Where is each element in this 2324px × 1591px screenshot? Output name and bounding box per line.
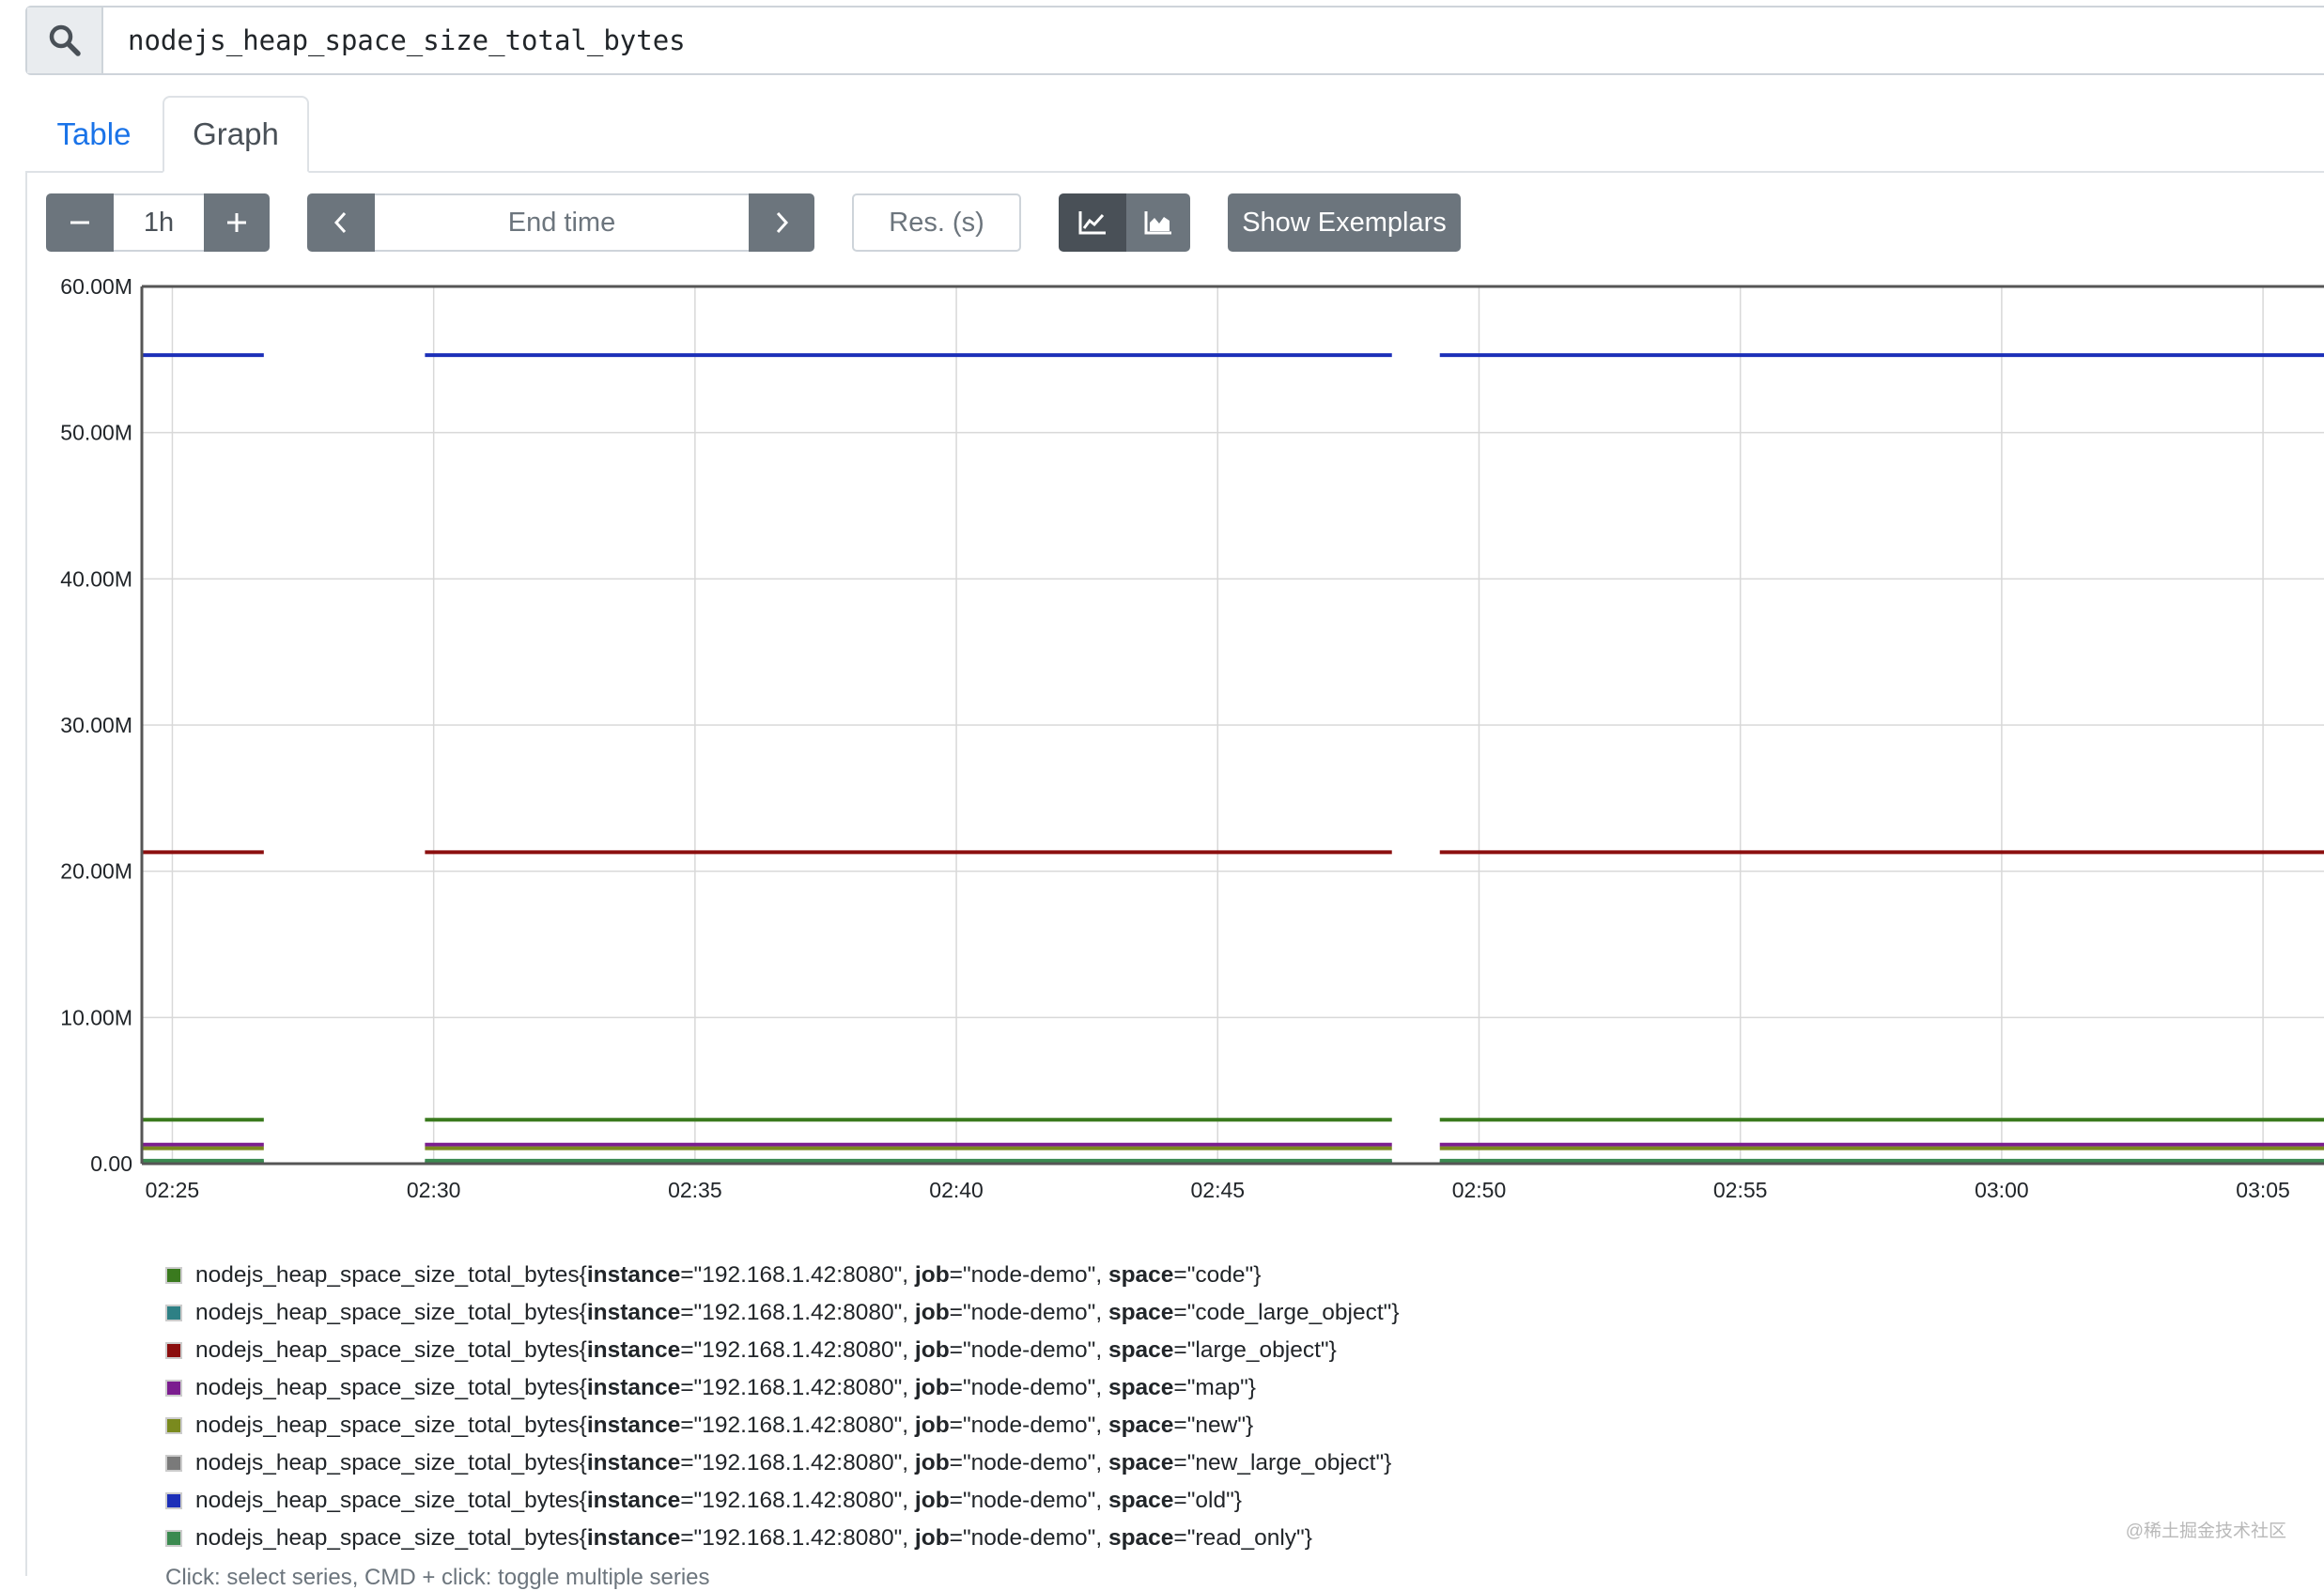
- x-tick-label: 02:40: [929, 1178, 984, 1202]
- x-tick-label: 02:30: [407, 1178, 461, 1202]
- tick-labels: 0.00 10.00M 20.00M 30.00M 40.00M 50.00M 60.00M…: [60, 274, 2290, 1202]
- minus-icon: [70, 221, 89, 224]
- range-increase-button[interactable]: [204, 193, 270, 252]
- x-tick-label: 02:25: [146, 1178, 200, 1202]
- legend-item[interactable]: nodejs_heap_space_size_total_bytes{insta…: [165, 1520, 1400, 1557]
- legend-swatch: [165, 1492, 182, 1509]
- end-time-next-button[interactable]: [749, 193, 814, 252]
- x-tick-label: 02:35: [668, 1178, 722, 1202]
- area-chart-icon: [1144, 211, 1171, 235]
- legend-swatch: [165, 1455, 182, 1472]
- y-tick-label: 20.00M: [60, 859, 132, 884]
- grid: [142, 286, 2324, 1165]
- legend-item[interactable]: nodejs_heap_space_size_total_bytes{insta…: [165, 1482, 1400, 1520]
- legend-item[interactable]: nodejs_heap_space_size_total_bytes{insta…: [165, 1257, 1400, 1294]
- legend-item[interactable]: nodejs_heap_space_size_total_bytes{insta…: [165, 1369, 1400, 1407]
- legend-swatch: [165, 1530, 182, 1547]
- tab-graph[interactable]: Graph: [163, 96, 309, 173]
- legend-label: nodejs_heap_space_size_total_bytes{insta…: [195, 1337, 1337, 1363]
- legend-label: nodejs_heap_space_size_total_bytes{insta…: [195, 1488, 1242, 1513]
- tab-table[interactable]: Table: [25, 96, 163, 173]
- legend-item[interactable]: nodejs_heap_space_size_total_bytes{insta…: [165, 1444, 1400, 1482]
- legend: nodejs_heap_space_size_total_bytes{insta…: [165, 1257, 1400, 1557]
- end-time-prev-button[interactable]: [307, 193, 375, 252]
- legend-swatch: [165, 1305, 182, 1321]
- x-tick-label: 03:00: [1975, 1178, 2029, 1202]
- legend-label: nodejs_heap_space_size_total_bytes{insta…: [195, 1375, 1256, 1400]
- plus-icon: [227, 213, 246, 232]
- resolution-input[interactable]: Res. (s): [852, 193, 1021, 252]
- legend-item[interactable]: nodejs_heap_space_size_total_bytes{insta…: [165, 1407, 1400, 1444]
- legend-item[interactable]: nodejs_heap_space_size_total_bytes{insta…: [165, 1294, 1400, 1332]
- expression-bar: nodejs_heap_space_size_total_bytes: [25, 6, 2324, 75]
- legend-item[interactable]: nodejs_heap_space_size_total_bytes{insta…: [165, 1332, 1400, 1369]
- y-tick-label: 60.00M: [60, 274, 132, 299]
- line-chart-button[interactable]: [1059, 193, 1126, 252]
- y-tick-label: 30.00M: [60, 713, 132, 737]
- graph[interactable]: 0.00 10.00M 20.00M 30.00M 40.00M 50.00M 60.00M…: [0, 272, 2324, 1212]
- legend-label: nodejs_heap_space_size_total_bytes{insta…: [195, 1262, 1262, 1288]
- series-lines[interactable]: [142, 353, 2324, 1166]
- end-time-input[interactable]: End time: [375, 193, 749, 252]
- legend-label: nodejs_heap_space_size_total_bytes{insta…: [195, 1413, 1254, 1438]
- show-exemplars-button[interactable]: Show Exemplars: [1228, 193, 1461, 252]
- x-tick-label: 02:55: [1713, 1178, 1768, 1202]
- legend-swatch: [165, 1342, 182, 1359]
- legend-label: nodejs_heap_space_size_total_bytes{insta…: [195, 1300, 1400, 1325]
- x-tick-label: 02:45: [1190, 1178, 1245, 1202]
- line-chart-icon: [1078, 211, 1106, 235]
- y-tick-label: 10.00M: [60, 1005, 132, 1029]
- legend-swatch: [165, 1417, 182, 1434]
- stacked-chart-button[interactable]: [1126, 193, 1190, 252]
- legend-label: nodejs_heap_space_size_total_bytes{insta…: [195, 1525, 1312, 1551]
- x-tick-label: 02:50: [1452, 1178, 1507, 1202]
- tabs-divider: [25, 171, 2324, 173]
- y-tick-label: 0.00: [90, 1151, 132, 1176]
- search-icon[interactable]: [27, 8, 103, 73]
- watermark: @稀土掘金技术社区: [2125, 1521, 2286, 1541]
- legend-swatch: [165, 1267, 182, 1284]
- y-tick-label: 50.00M: [60, 421, 132, 445]
- legend-hint: Click: select series, CMD + click: toggl…: [165, 1565, 710, 1590]
- x-tick-label: 03:05: [2236, 1178, 2290, 1202]
- range-input[interactable]: 1h: [114, 193, 204, 252]
- y-tick-label: 40.00M: [60, 566, 132, 591]
- chevron-right-icon: [776, 211, 789, 234]
- range-decrease-button[interactable]: [46, 193, 114, 252]
- legend-swatch: [165, 1380, 182, 1397]
- chevron-left-icon: [333, 211, 347, 234]
- legend-label: nodejs_heap_space_size_total_bytes{insta…: [195, 1450, 1392, 1475]
- expression-input[interactable]: nodejs_heap_space_size_total_bytes: [103, 8, 2324, 73]
